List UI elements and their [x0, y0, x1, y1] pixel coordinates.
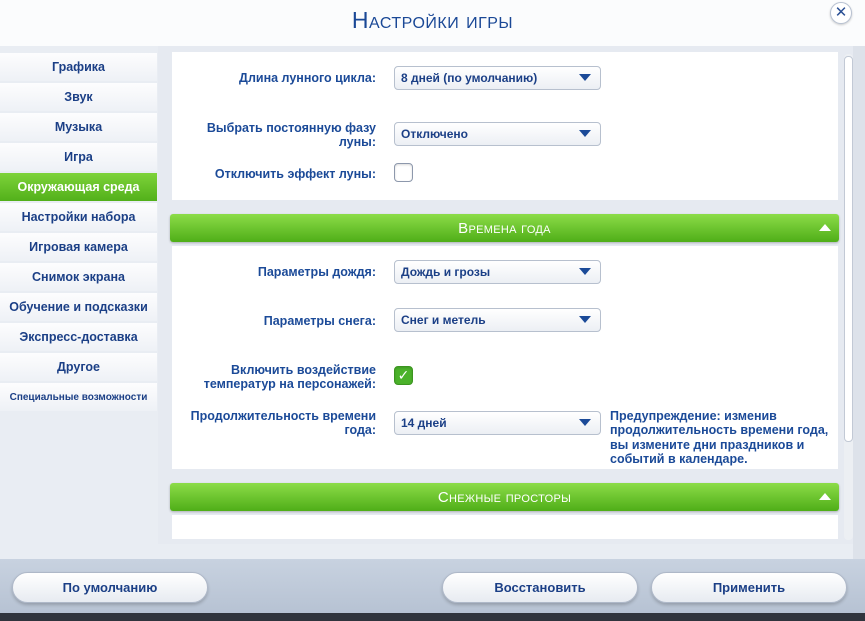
- moon-phase-label: Выбрать постоянную фазу луны:: [206, 121, 376, 149]
- title-bar: Настройки игры ✕: [0, 0, 865, 46]
- sidebar-item-camera[interactable]: Игровая камера: [0, 233, 157, 261]
- close-icon[interactable]: ✕: [830, 2, 852, 24]
- moon-cycle-dropdown[interactable]: 8 дней (по умолчанию): [394, 66, 601, 90]
- rain-value: Дождь и грозы: [401, 265, 491, 279]
- chevron-down-icon: [579, 268, 591, 275]
- sidebar-item-tutorial[interactable]: Обучение и подсказки: [0, 293, 157, 321]
- sidebar-item-environment[interactable]: Окружающая среда: [0, 173, 157, 201]
- duration-dropdown[interactable]: 14 дней: [394, 411, 601, 435]
- scrollbar-thumb[interactable]: [844, 56, 853, 442]
- default-button[interactable]: По умолчанию: [12, 572, 208, 603]
- snowy-header-label: Снежные просторы: [437, 488, 572, 506]
- footer: По умолчанию Восстановить Применить: [0, 559, 865, 621]
- snow-dropdown[interactable]: Снег и метель: [394, 308, 601, 332]
- temperature-checkbox[interactable]: ✓: [394, 366, 413, 385]
- seasons-header[interactable]: Времена года: [170, 214, 839, 242]
- moon-panel: Длина лунного цикла: 8 дней (по умолчани…: [172, 52, 838, 200]
- restore-button[interactable]: Восстановить: [442, 572, 638, 603]
- duration-label: Продолжительность времени года:: [190, 409, 376, 437]
- moon-effect-label: Отключить эффект луны:: [214, 167, 376, 181]
- settings-sidebar: Графика Звук Музыка Игра Окружающая сред…: [0, 53, 157, 413]
- temperature-label: Включить воздействие температур на персо…: [203, 363, 376, 391]
- settings-content: Длина лунного цикла: 8 дней (по умолчани…: [158, 46, 853, 544]
- moon-phase-dropdown[interactable]: Отключено: [394, 122, 601, 146]
- seasons-panel: Параметры дождя: Дождь и грозы Параметры…: [172, 246, 838, 469]
- bottom-strip: [0, 613, 865, 621]
- sidebar-item-music[interactable]: Музыка: [0, 113, 157, 141]
- scrollbar[interactable]: [844, 54, 853, 540]
- sidebar-item-graphics[interactable]: Графика: [0, 53, 157, 81]
- sidebar-item-game[interactable]: Игра: [0, 143, 157, 171]
- seasons-header-label: Времена года: [458, 219, 551, 237]
- sidebar-item-pack-settings[interactable]: Настройки набора: [0, 203, 157, 231]
- snowy-header[interactable]: Снежные просторы: [170, 483, 839, 511]
- sidebar-item-other[interactable]: Другое: [0, 353, 157, 381]
- chevron-down-icon: [579, 130, 591, 137]
- snowy-panel: [172, 515, 838, 539]
- rain-dropdown[interactable]: Дождь и грозы: [394, 260, 601, 284]
- sidebar-item-accessibility[interactable]: Специальные возможности: [0, 383, 157, 411]
- chevron-down-icon: [579, 74, 591, 81]
- moon-phase-value: Отключено: [401, 127, 468, 141]
- moon-cycle-label: Длина лунного цикла:: [239, 71, 376, 85]
- right-edge: [853, 46, 865, 559]
- chevron-up-icon: [819, 493, 831, 500]
- duration-value: 14 дней: [401, 416, 447, 430]
- chevron-up-icon: [819, 224, 831, 231]
- rain-label: Параметры дождя:: [257, 265, 376, 279]
- moon-cycle-value: 8 дней (по умолчанию): [401, 71, 538, 85]
- chevron-down-icon: [579, 316, 591, 323]
- moon-effect-checkbox[interactable]: [394, 163, 413, 182]
- sidebar-item-screenshot[interactable]: Снимок экрана: [0, 263, 157, 291]
- chevron-down-icon: [579, 419, 591, 426]
- snow-value: Снег и метель: [401, 313, 486, 327]
- sidebar-item-express-delivery[interactable]: Экспресс-доставка: [0, 323, 157, 351]
- apply-button[interactable]: Применить: [651, 572, 847, 603]
- duration-warning: Предупреждение: изменив продолжительност…: [610, 409, 829, 466]
- sidebar-item-sound[interactable]: Звук: [0, 83, 157, 111]
- snow-label: Параметры снега:: [263, 314, 376, 328]
- page-title: Настройки игры: [351, 7, 514, 33]
